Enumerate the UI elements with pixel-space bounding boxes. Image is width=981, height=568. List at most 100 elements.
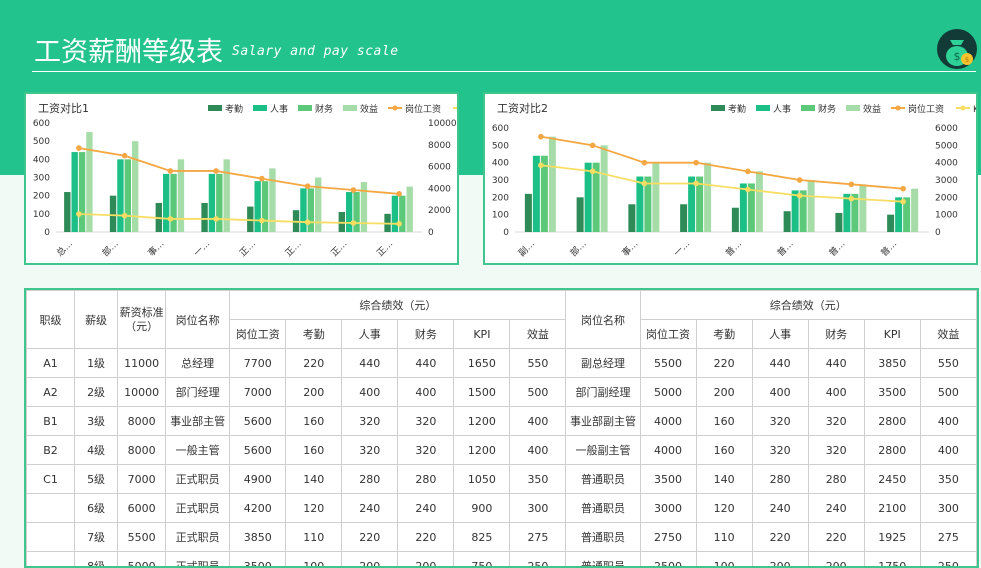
cell-value: 500 xyxy=(510,378,566,407)
line-point xyxy=(396,221,402,227)
x-tick-label: 部… xyxy=(100,238,121,259)
line-point xyxy=(642,160,648,166)
cell-value: 4000 xyxy=(640,436,696,465)
bar-财务 xyxy=(308,188,314,232)
cell-value: 200 xyxy=(752,552,808,568)
line-point xyxy=(122,153,128,159)
x-tick-label: 一… xyxy=(672,239,692,259)
cell-position-2: 部门副经理 xyxy=(566,378,640,407)
cell-value: 320 xyxy=(752,407,808,436)
x-tick-label: 正… xyxy=(330,239,350,259)
bar-人事 xyxy=(346,192,352,232)
cell-position: 总经理 xyxy=(166,349,230,378)
cell-value: 160 xyxy=(696,436,752,465)
cell-value: 3850 xyxy=(230,523,286,552)
cell-grade: 4级 xyxy=(75,436,118,465)
legend-swatch xyxy=(298,105,312,111)
cell-value: 550 xyxy=(920,349,976,378)
legend-swatch xyxy=(756,105,770,111)
cell-value: 3500 xyxy=(864,378,920,407)
bar-效益 xyxy=(549,137,556,232)
line-point xyxy=(213,216,219,222)
cell-value: 2750 xyxy=(640,523,696,552)
line-point xyxy=(259,218,265,224)
cell-level: A2 xyxy=(27,378,75,407)
line-point xyxy=(693,181,699,187)
bar-人事 xyxy=(71,152,77,232)
y2-tick-label: 6000 xyxy=(935,124,958,134)
line-point xyxy=(590,169,596,175)
line-point xyxy=(849,182,855,188)
cell-value: 120 xyxy=(286,494,342,523)
cell-value: 3500 xyxy=(640,465,696,494)
line-point xyxy=(305,219,311,225)
svg-text:$: $ xyxy=(954,50,961,63)
legend-swatch xyxy=(801,105,815,111)
cell-value: 3500 xyxy=(230,552,286,568)
cell-value: 200 xyxy=(342,552,398,568)
table-row: 7级5500正式职员3850110220220825275普通职员2750110… xyxy=(27,523,977,552)
table-row: A11级11000总经理77002204404401650550副总经理5500… xyxy=(27,349,977,378)
line-point xyxy=(168,168,174,174)
y-tick-label: 600 xyxy=(33,119,50,129)
x-tick-label: 正… xyxy=(375,239,395,259)
y2-tick-label: 5000 xyxy=(935,141,958,151)
bar-效益 xyxy=(315,178,321,233)
cell-value: 220 xyxy=(286,349,342,378)
cell-position-2: 一般副主管 xyxy=(566,436,640,465)
col-header-performance: 综合绩效（元） xyxy=(230,291,566,320)
x-tick-label: 普… xyxy=(826,238,847,259)
y-tick-label: 0 xyxy=(503,228,509,238)
x-tick-label: 事… xyxy=(619,238,640,259)
cell-value: 5600 xyxy=(230,436,286,465)
cell-position: 正式职员 xyxy=(166,494,230,523)
cell-value: 320 xyxy=(398,407,454,436)
x-tick-label: 副… xyxy=(516,238,537,259)
cell-position-2: 普通职员 xyxy=(566,494,640,523)
y2-tick-label: 6000 xyxy=(428,163,451,173)
bar-效益 xyxy=(269,168,275,232)
bar-效益 xyxy=(652,163,659,232)
y2-tick-label: 4000 xyxy=(935,159,958,169)
cell-value: 400 xyxy=(920,407,976,436)
cell-position: 部门经理 xyxy=(166,378,230,407)
cell-value: 825 xyxy=(454,523,510,552)
sub-header: KPI xyxy=(454,320,510,349)
bar-人事 xyxy=(300,188,306,232)
page-subtitle: Salary and pay scale xyxy=(232,44,399,59)
legend-marker xyxy=(961,106,966,111)
cell-grade: 8级 xyxy=(75,552,118,568)
line-point xyxy=(693,160,699,166)
cell-value: 400 xyxy=(510,407,566,436)
cell-value: 1650 xyxy=(454,349,510,378)
line-point xyxy=(76,211,82,217)
cell-level xyxy=(27,494,75,523)
line-point xyxy=(76,145,82,151)
cell-value: 220 xyxy=(398,523,454,552)
cell-standard: 6000 xyxy=(118,494,166,523)
cell-value: 220 xyxy=(342,523,398,552)
line-point xyxy=(797,177,803,183)
sub-header: 人事 xyxy=(752,320,808,349)
cell-value: 200 xyxy=(398,552,454,568)
cell-standard: 5000 xyxy=(118,552,166,568)
legend-swatch xyxy=(208,105,222,111)
cell-value: 320 xyxy=(752,436,808,465)
x-tick-label: 普… xyxy=(878,238,899,259)
cell-position-2: 普通职员 xyxy=(566,552,640,568)
bar-效益 xyxy=(224,159,230,232)
y-tick-label: 600 xyxy=(492,124,509,134)
col-header-standard: 薪资标准（元） xyxy=(118,291,166,349)
cell-value: 250 xyxy=(920,552,976,568)
cell-value: 160 xyxy=(286,407,342,436)
cell-value: 110 xyxy=(696,523,752,552)
cell-value: 7000 xyxy=(230,378,286,407)
bar-财务 xyxy=(262,181,268,232)
sub-header: 人事 xyxy=(342,320,398,349)
cell-value: 300 xyxy=(920,494,976,523)
line-point xyxy=(745,169,751,175)
legend-label: 岗位工资 xyxy=(908,103,944,115)
cell-position-2: 事业部副主管 xyxy=(566,407,640,436)
cell-value: 2800 xyxy=(864,407,920,436)
cell-value: 280 xyxy=(398,465,454,494)
